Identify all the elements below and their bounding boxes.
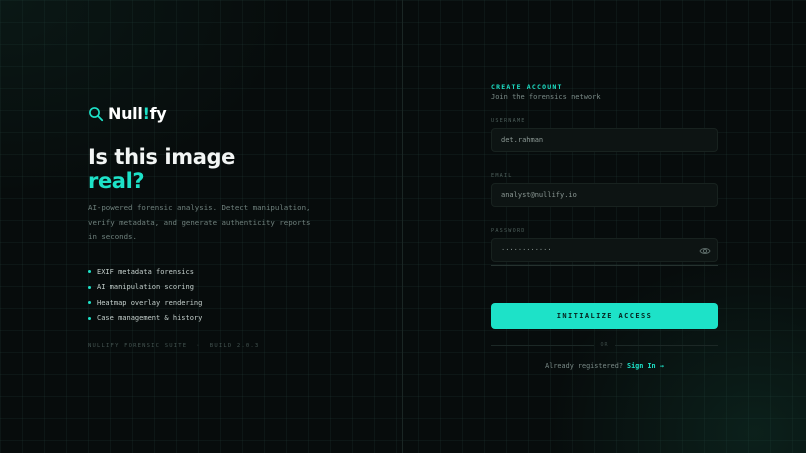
divider-line-right (614, 344, 718, 346)
bullet-dot (88, 301, 91, 305)
password-underline (491, 265, 718, 266)
signup-form: CREATE ACCOUNT Join the forensics networ… (491, 0, 718, 453)
form-subtitle: Join the forensics network (491, 93, 601, 101)
signin-row: Already registered? Sign In → (491, 362, 718, 370)
feature-label: Heatmap overlay rendering (97, 298, 203, 307)
brand-name: Null!fy (108, 104, 167, 123)
headline-line1: Is this image (88, 145, 235, 169)
page-title: Is this image real? (88, 145, 235, 193)
eye-icon[interactable] (699, 245, 711, 257)
email-input[interactable] (501, 191, 708, 199)
bullet-dot (88, 270, 91, 274)
bullet-dot (88, 285, 91, 289)
feature-item: AI manipulation scoring (88, 280, 202, 296)
divider-line-left (491, 344, 595, 346)
or-divider: OR (491, 341, 718, 349)
password-input[interactable] (501, 246, 708, 254)
tagline: AI-powered forensic analysis. Detect man… (88, 203, 311, 241)
initialize-access-button[interactable]: INITIALIZE ACCESS (491, 303, 718, 329)
feature-label: Case management & history (97, 314, 203, 323)
password-label: PASSWORD (491, 228, 526, 234)
feature-label: AI manipulation scoring (97, 283, 194, 292)
feature-item: EXIF metadata forensics (88, 264, 202, 280)
signin-prompt: Already registered? (545, 362, 623, 370)
brand-name-part2: fy (149, 104, 167, 123)
feature-list: EXIF metadata forensics AI manipulation … (88, 264, 202, 326)
feature-item: Heatmap overlay rendering (88, 295, 202, 311)
username-input[interactable] (501, 136, 708, 144)
feature-label: EXIF metadata forensics (97, 267, 194, 276)
email-field-wrap (491, 183, 718, 207)
feature-item: Case management & history (88, 311, 202, 327)
brand-name-part1: Null (108, 104, 143, 123)
magnifier-icon (89, 106, 104, 121)
sign-in-link[interactable]: Sign In → (627, 362, 664, 370)
bullet-dot (88, 316, 91, 320)
username-label: USERNAME (491, 118, 526, 124)
password-field-wrap (491, 238, 718, 262)
hero-panel: Null!fy Is this image real? AI-powered f… (0, 0, 403, 453)
build-footnote: NULLIFY FORENSIC SUITE · BUILD 2.0.3 (88, 343, 260, 349)
divider-label: OR (600, 342, 609, 348)
brand-name-accent: ! (142, 104, 150, 123)
email-label: EMAIL (491, 173, 513, 179)
brand-logo: Null!fy (88, 104, 167, 123)
username-field-wrap (491, 128, 718, 152)
form-kicker: CREATE ACCOUNT (491, 83, 563, 91)
headline-line2: real? (88, 169, 145, 193)
